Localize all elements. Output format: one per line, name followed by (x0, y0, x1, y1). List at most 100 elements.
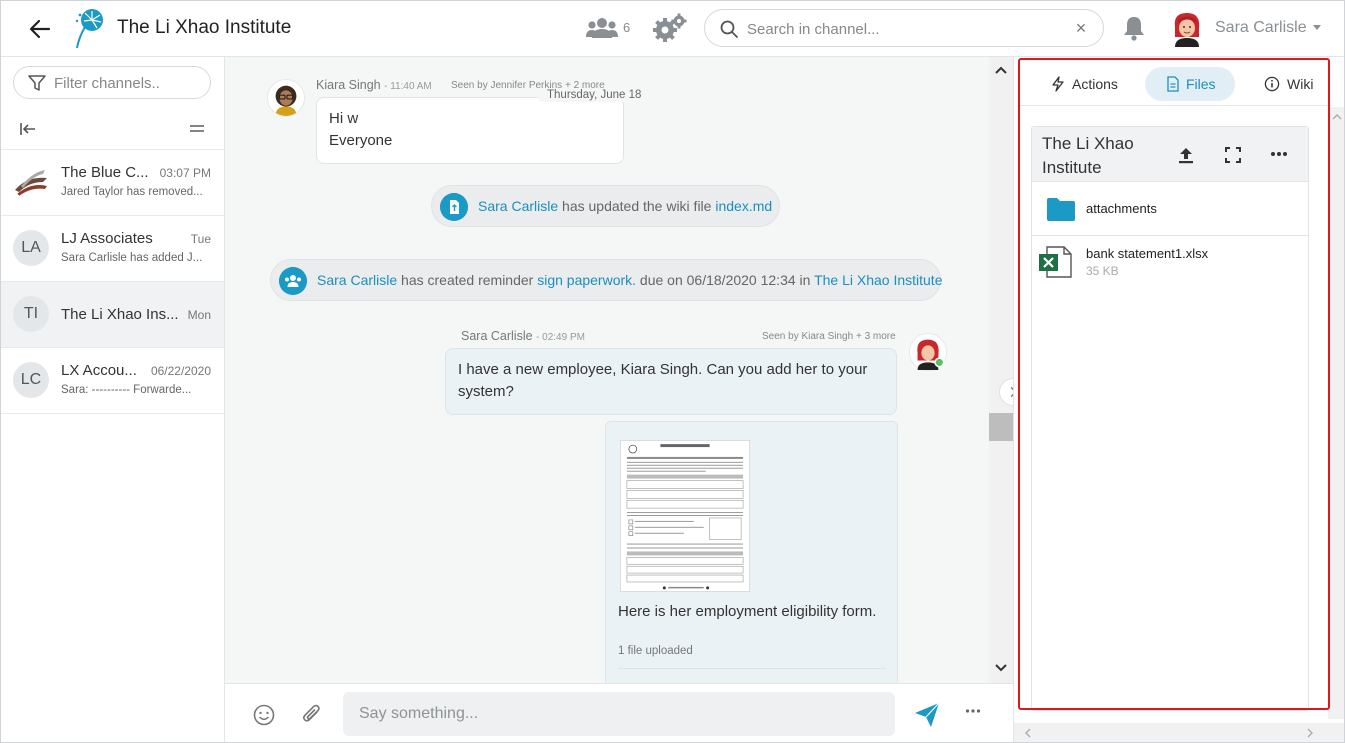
back-arrow-icon[interactable] (25, 15, 55, 43)
bell-notification-icon[interactable] (1122, 15, 1146, 41)
filter-channels-input[interactable] (54, 73, 204, 93)
channel-item-lj[interactable]: LA LJ Associates Tue Sara Carlisle has a… (1, 215, 224, 281)
members-icon[interactable] (586, 16, 618, 40)
channel-avatar: LA (13, 230, 49, 266)
send-icon[interactable] (914, 702, 940, 728)
files-browser: The Li Xhao Institute attachments bank s… (1031, 126, 1309, 711)
channel-time: 03:07 PM (159, 166, 211, 180)
tab-actions[interactable]: Actions (1038, 67, 1134, 101)
tab-files[interactable]: Files (1145, 67, 1235, 101)
system-event-wiki: Sara Carlisle has updated the wiki file … (431, 185, 780, 227)
message-bubble: Hi w Everyone (316, 97, 624, 164)
channel-search: × (704, 9, 1104, 47)
upload-icon[interactable] (1176, 145, 1196, 165)
system-event-reminder: Sara Carlisle has created reminder sign … (270, 259, 943, 301)
message-list: Kiara Singh - 11:40 AM Seen by Jennifer … (225, 57, 989, 683)
channel-preview: Sara: ---------- Forwarde... (61, 384, 192, 396)
channel-avatar: TI (13, 296, 49, 332)
panel-scrollbar-vertical[interactable] (1328, 107, 1344, 719)
scroll-down-icon[interactable] (994, 663, 1008, 673)
panel-tabs: Actions Files Wiki (1020, 62, 1332, 106)
document-upload-icon (440, 193, 468, 221)
system-event-text: Sara Carlisle has updated the wiki file … (478, 198, 773, 214)
message-bubble: I have a new employee, Kiara Singh. Can … (445, 348, 897, 415)
file-caption: Here is her employment eligibility form. (618, 603, 877, 620)
scroll-up-icon[interactable] (994, 65, 1008, 75)
scrollbar-thumb[interactable] (989, 413, 1013, 441)
user-link[interactable]: Sara Carlisle (478, 198, 558, 214)
system-event-text: Sara Carlisle has created reminder sign … (317, 272, 943, 288)
seen-by: Seen by Kiara Singh + 3 more (762, 331, 896, 342)
paperclip-attach-icon[interactable] (301, 703, 323, 727)
panel-scrollbar-horizontal[interactable] (1014, 723, 1344, 742)
excel-file-icon (1039, 246, 1072, 278)
members-count: 6 (623, 20, 631, 35)
file-link[interactable]: index.md (715, 198, 772, 214)
message-sender: Sara Carlisle - 02:49 PM (461, 329, 585, 343)
dandelion-logo-icon (75, 9, 103, 49)
tab-label: Wiki (1287, 76, 1314, 92)
channel-title: The Li Xhao Institute (117, 17, 292, 38)
scroll-left-icon[interactable] (1024, 728, 1032, 738)
hamburger-menu-icon[interactable] (189, 124, 205, 134)
channel-time: Tue (190, 232, 211, 246)
channel-preview: Sara Carlisle has added J... (61, 252, 203, 264)
scroll-right-icon[interactable] (1306, 728, 1314, 738)
reminder-link[interactable]: sign paperwork. (537, 272, 636, 288)
more-options-icon[interactable] (965, 708, 981, 714)
lightning-icon (1052, 76, 1064, 92)
info-icon (1264, 76, 1280, 92)
emoji-icon[interactable] (253, 704, 275, 726)
more-options-icon[interactable] (1270, 151, 1288, 157)
right-panel: Actions Files Wiki The Li Xhao Institute… (1013, 57, 1344, 742)
user-link[interactable]: Sara Carlisle (317, 272, 397, 288)
channel-preview: Jared Taylor has removed... (61, 186, 203, 198)
channel-name: LX Accou... (61, 362, 137, 379)
tab-wiki[interactable]: Wiki (1250, 67, 1330, 101)
user-name[interactable]: Sara Carlisle (1215, 19, 1307, 37)
channel-name: LJ Associates (61, 230, 153, 247)
chat-scrollbar[interactable] (989, 57, 1013, 683)
file-name: bank statement1.xlsx (1086, 246, 1209, 261)
tab-label: Actions (1072, 76, 1118, 92)
collapse-sidebar-icon[interactable] (19, 121, 37, 137)
file-count: 1 file uploaded (618, 645, 693, 657)
fullscreen-icon[interactable] (1224, 146, 1242, 164)
search-input[interactable] (747, 17, 1057, 41)
files-header: The Li Xhao Institute (1032, 127, 1308, 182)
clear-search-icon[interactable]: × (1071, 18, 1091, 38)
filter-funnel-icon (28, 75, 46, 91)
date-divider: Thursday, June 18 (537, 88, 652, 102)
file-item-xlsx[interactable]: bank statement1.xlsx 35 KB (1032, 236, 1308, 292)
channel-item-li-xhao[interactable]: TI The Li Xhao Ins... Mon (1, 281, 224, 347)
scroll-up-icon[interactable] (1332, 113, 1342, 121)
folder-icon (1047, 198, 1075, 221)
document-icon (1167, 76, 1179, 92)
app-window: The Li Xhao Institute 6 × (0, 0, 1345, 743)
search-icon (720, 20, 738, 38)
message-input[interactable] (343, 692, 895, 736)
group-icon (279, 267, 307, 295)
channel-item-blue[interactable]: The Blue C... 03:07 PM Jared Taylor has … (1, 149, 224, 215)
file-size: 35 KB (1086, 264, 1119, 278)
file-name: attachments (1086, 201, 1157, 216)
file-item-folder[interactable]: attachments (1032, 182, 1308, 236)
channel-item-lx[interactable]: LC LX Accou... 06/22/2020 Sara: --------… (1, 347, 224, 413)
channel-sidebar: The Blue C... 03:07 PM Jared Taylor has … (1, 57, 225, 742)
top-header: The Li Xhao Institute 6 × (1, 1, 1344, 57)
channel-name: The Li Xhao Ins... (61, 306, 179, 323)
kiara-avatar (267, 79, 305, 117)
divider (618, 668, 886, 669)
channel-name: The Blue C... (61, 164, 149, 181)
tab-label: Files (1186, 76, 1216, 92)
form-thumbnail[interactable] (620, 440, 750, 592)
channel-link[interactable]: The Li Xhao Institute (814, 272, 942, 288)
channel-time: 06/22/2020 (150, 364, 211, 378)
chevron-down-icon[interactable] (1313, 25, 1321, 31)
user-avatar[interactable] (1171, 11, 1203, 47)
files-title: The Li Xhao Institute (1042, 134, 1134, 177)
channel-filter (13, 66, 211, 99)
message-line: Hi w (329, 110, 359, 127)
message-line: Everyone (329, 132, 393, 149)
gears-settings-icon[interactable] (653, 13, 687, 43)
